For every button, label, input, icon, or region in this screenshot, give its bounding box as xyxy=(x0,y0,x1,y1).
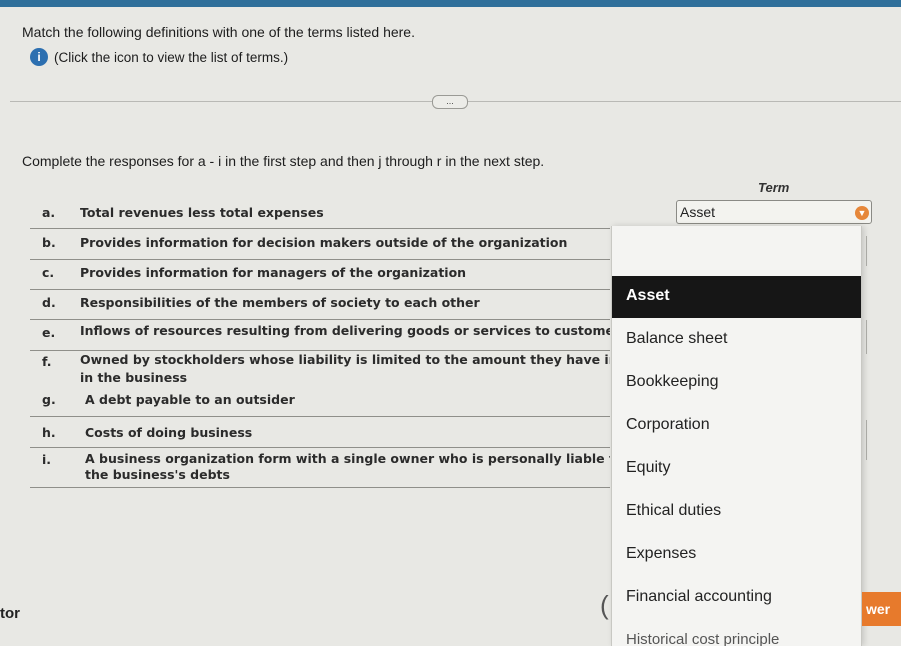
question-title: Match the following definitions with one… xyxy=(22,24,415,40)
more-button[interactable]: ... xyxy=(432,95,468,109)
definition-row-h: h. Costs of doing business xyxy=(30,416,610,448)
definition-letter: d. xyxy=(42,295,56,310)
definition-letter: b. xyxy=(42,235,56,250)
answer-a-value: Asset xyxy=(680,204,716,220)
definition-text: Provides information for managers of the… xyxy=(80,265,467,280)
definition-row-b: b. Provides information for decision mak… xyxy=(30,228,610,260)
table-edge xyxy=(866,420,867,460)
dropdown-option-asset[interactable]: Asset xyxy=(612,276,861,318)
answer-a-select[interactable]: Asset ▼ xyxy=(676,200,872,224)
dropdown-option-financial-accounting[interactable]: Financial accounting xyxy=(612,577,861,619)
instructions: Complete the responses for a - i in the … xyxy=(22,153,545,169)
definition-row-d: d. Responsibilities of the members of so… xyxy=(30,289,610,320)
info-text: (Click the icon to view the list of term… xyxy=(54,49,289,65)
definition-text: Responsibilities of the members of socie… xyxy=(80,295,480,310)
table-edge xyxy=(866,236,867,266)
check-answer-button[interactable]: wer xyxy=(862,592,901,626)
dropdown-option-bookkeeping[interactable]: Bookkeeping xyxy=(612,362,861,404)
dropdown-option-ethical-duties[interactable]: Ethical duties xyxy=(612,491,861,533)
dropdown-option-balance-sheet[interactable]: Balance sheet xyxy=(612,319,861,361)
definition-text: Owned by stockholders whose liability is… xyxy=(80,352,610,367)
definition-letter: f. xyxy=(42,354,52,369)
definition-row-f: f. Owned by stockholders whose liability… xyxy=(30,350,610,388)
definition-text: Total revenues less total expenses xyxy=(80,205,324,220)
definition-row-c: c. Provides information for managers of … xyxy=(30,259,610,290)
definition-row-a: a. Total revenues less total expenses xyxy=(30,200,610,229)
top-accent-bar xyxy=(0,0,901,7)
info-icon[interactable]: i xyxy=(30,48,48,66)
definition-text: Provides information for decision makers… xyxy=(80,235,568,250)
definition-row-i: i. A business organization form with a s… xyxy=(30,447,610,488)
definition-letter: i. xyxy=(42,452,52,467)
footer-left-text: tor xyxy=(0,605,20,622)
definition-row-e: e. Inflows of resources resulting from d… xyxy=(30,319,610,351)
definition-text: Inflows of resources resulting from deli… xyxy=(80,323,610,338)
definition-text-line-2: the business's debts xyxy=(85,467,230,482)
definition-letter: a. xyxy=(42,205,56,220)
definition-text: A business organization form with a sing… xyxy=(85,451,610,466)
definition-text: A debt payable to an outsider xyxy=(85,392,295,407)
definition-letter: g. xyxy=(42,392,56,407)
info-row: i (Click the icon to view the list of te… xyxy=(30,48,288,66)
chevron-down-icon[interactable]: ▼ xyxy=(855,206,869,220)
term-dropdown-list[interactable]: Asset Balance sheet Bookkeeping Corporat… xyxy=(611,226,862,646)
dropdown-option-equity[interactable]: Equity xyxy=(612,448,861,490)
definition-letter: e. xyxy=(42,325,56,340)
dropdown-option-historical-cost-principle[interactable]: Historical cost principle xyxy=(612,620,861,646)
table-edge xyxy=(866,320,867,354)
definition-row-g: g. A debt payable to an outsider xyxy=(30,386,610,417)
definition-text: Costs of doing business xyxy=(85,425,253,440)
definition-letter: c. xyxy=(42,265,55,280)
definition-text-line-2: in the business xyxy=(80,370,188,385)
term-column-header: Term xyxy=(758,180,790,195)
bracket-decoration: ( xyxy=(600,590,609,620)
dropdown-option-corporation[interactable]: Corporation xyxy=(612,405,861,447)
definition-letter: h. xyxy=(42,425,56,440)
dropdown-option-expenses[interactable]: Expenses xyxy=(612,534,861,576)
